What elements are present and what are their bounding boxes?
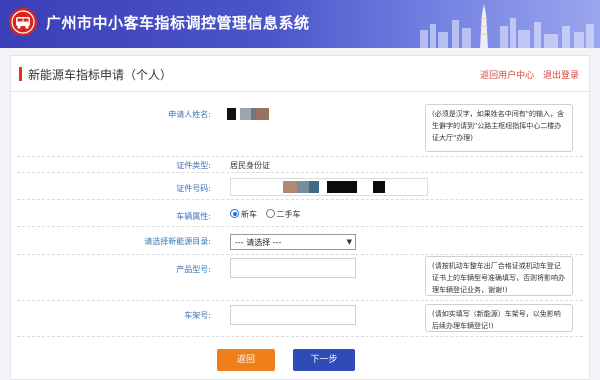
panel-title: 新能源车指标申请（个人） — [28, 68, 173, 82]
application-panel: 新能源车指标申请（个人） 返回用户中心 退出登录 申请人姓名: (必须是汉字，如… — [10, 55, 590, 380]
vin-label: 车架号: — [184, 311, 211, 320]
product-model-input[interactable] — [230, 258, 356, 278]
vin-note: (请如实填写（新能源）车架号，以免影响后续办理车辆登记!) — [425, 304, 573, 332]
id-number-field[interactable] — [230, 178, 428, 196]
site-title: 广州市中小客车指标调控管理信息系统 — [46, 14, 310, 32]
id-type-value: 居民身份证 — [230, 161, 270, 170]
panel-header: 新能源车指标申请（个人） 返回用户中心 退出登录 — [11, 56, 589, 92]
catalog-select[interactable]: --- 请选择 --- ▼ — [230, 234, 356, 250]
id-number-label: 证件号码: — [176, 184, 211, 193]
vehicle-attr-label: 车辆属性: — [176, 212, 211, 221]
back-user-center-link[interactable]: 返回用户中心 — [480, 71, 534, 81]
applicant-name-label: 申请人姓名: — [168, 110, 211, 119]
product-model-label: 产品型号: — [176, 265, 211, 274]
name-note: (必须是汉字，如果姓名中间有"的输入，含生僻字的请到"公路主枢纽指挥中心二楼办证… — [425, 104, 573, 152]
city-skyline-image — [420, 4, 594, 48]
vehicle-attr-radio-group: 新车 二手车 — [230, 209, 307, 220]
top-links: 返回用户中心 退出登录 — [480, 68, 579, 81]
logout-link[interactable]: 退出登录 — [543, 71, 579, 81]
radio-used-car[interactable]: 二手车 — [265, 209, 301, 220]
id-type-label: 证件类型: — [176, 161, 211, 170]
chevron-down-icon: ▼ — [346, 238, 352, 246]
model-note: (请按机动车整车出厂合格证或机动车登记证书上的车辆型号准确填写，否则将影响办理车… — [425, 256, 573, 296]
next-step-button[interactable]: 下一步 — [293, 349, 355, 371]
vin-input[interactable] — [230, 305, 356, 325]
catalog-label: 请选择新能源目录: — [144, 237, 211, 246]
site-header: 广州市中小客车指标调控管理信息系统 — [0, 0, 600, 48]
radio-new-car[interactable]: 新车 — [230, 209, 257, 220]
title-accent-bar — [19, 67, 22, 81]
bus-logo-icon — [9, 8, 37, 36]
back-button[interactable]: 返回 — [217, 349, 275, 371]
